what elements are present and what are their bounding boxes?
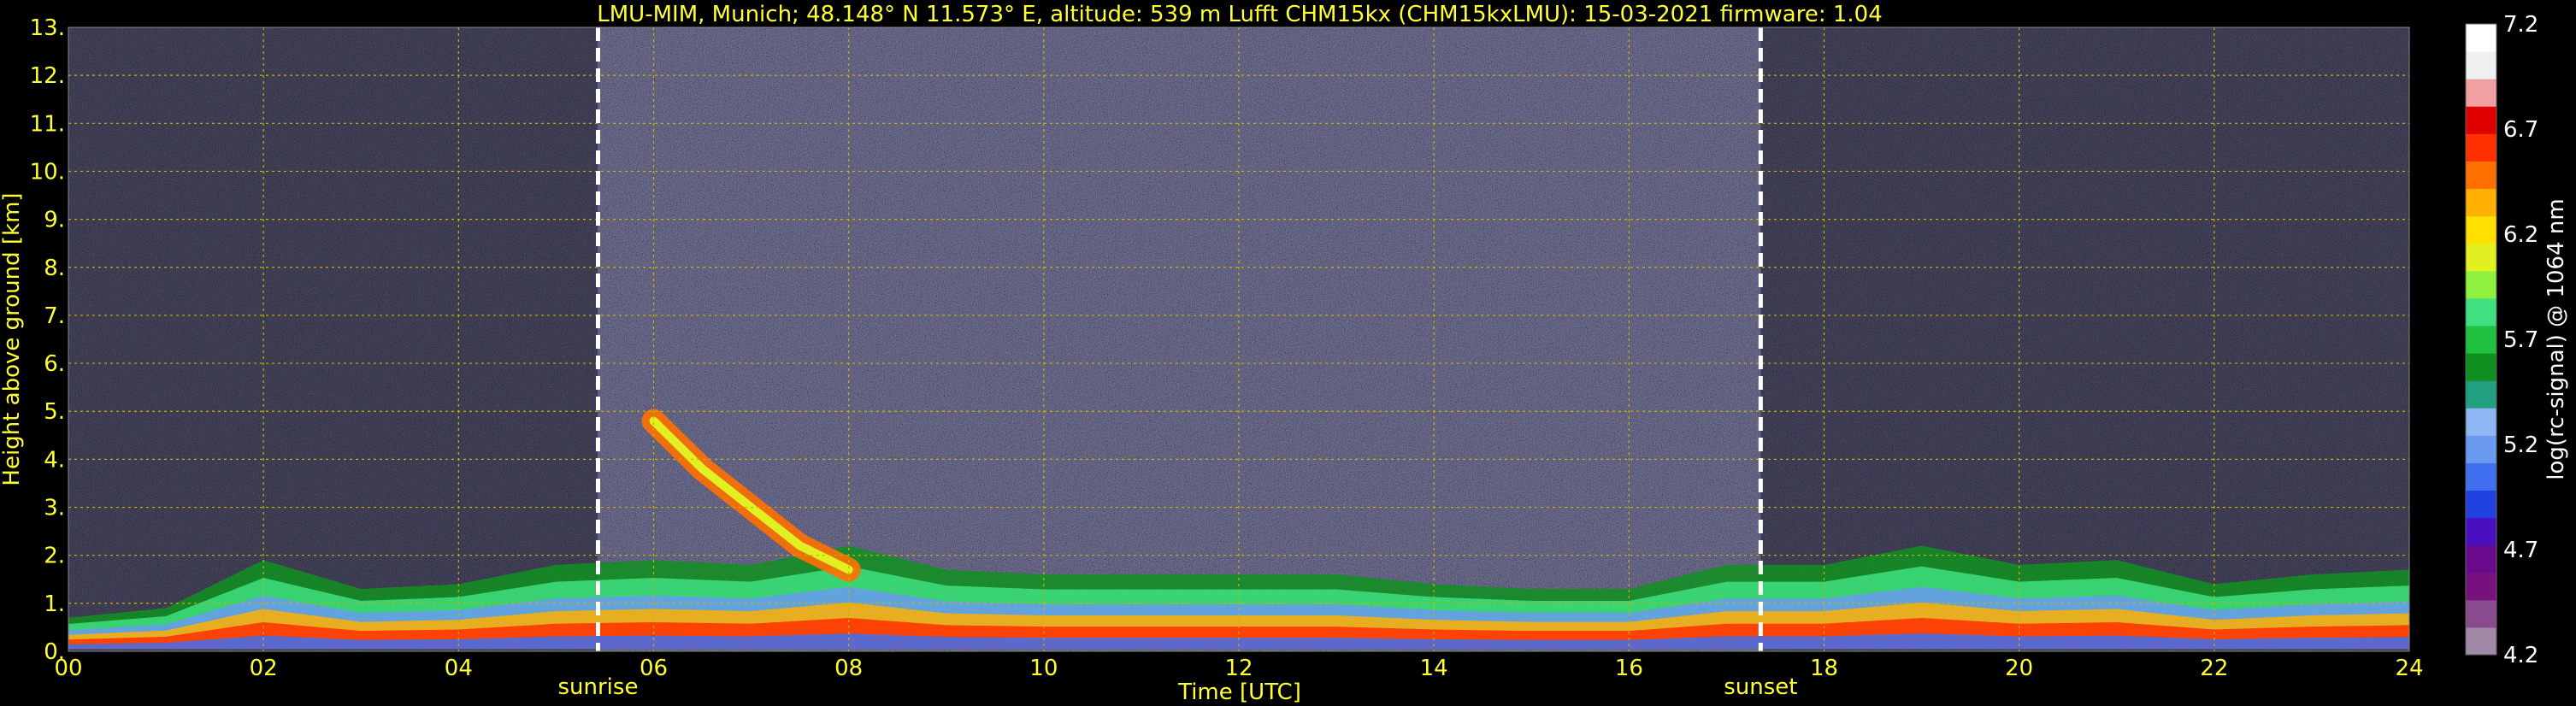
- x-tick-label: 14: [1420, 656, 1448, 681]
- x-tick-label: 24: [2395, 656, 2423, 681]
- x-tick-label: 18: [1810, 656, 1838, 681]
- x-tick-label: 02: [250, 656, 278, 681]
- y-tick-label: 3.: [44, 496, 65, 521]
- x-tick-label: 20: [2005, 656, 2033, 681]
- colorbar-tick-label: 4.2: [2503, 643, 2538, 668]
- colorbar-swatch: [2466, 297, 2496, 327]
- y-tick-label: 11.: [30, 111, 65, 137]
- colorbar-swatch: [2466, 133, 2496, 162]
- ceilometer-chart: sunrise sunset LMU-MIM, Munich; 48.148° N…: [0, 0, 2576, 706]
- daytime-noise: [598, 27, 1761, 651]
- colorbar: [2465, 23, 2497, 656]
- x-tick-label: 04: [445, 656, 473, 681]
- y-axis-label: Height above ground [km]: [0, 192, 25, 485]
- colorbar-swatch: [2466, 380, 2496, 409]
- colorbar-tick-label: 7.2: [2503, 12, 2538, 38]
- y-tick-label: 1.: [44, 591, 65, 617]
- colorbar-swatch: [2466, 24, 2496, 52]
- colorbar-tick-label: 4.7: [2503, 538, 2538, 563]
- colorbar-swatch: [2466, 517, 2496, 546]
- x-tick-label: 08: [834, 656, 863, 681]
- colorbar-swatch: [2466, 572, 2496, 601]
- colorbar-label: log(rc-signal) @ 1064 nm: [2544, 198, 2569, 479]
- colorbar-swatch: [2466, 215, 2496, 244]
- x-tick-label: 06: [640, 656, 668, 681]
- colorbar-swatch: [2466, 243, 2496, 272]
- colorbar-swatch: [2466, 353, 2496, 381]
- colorbar-tick-label: 6.7: [2503, 117, 2538, 143]
- x-tick-label: 12: [1224, 656, 1253, 681]
- y-tick-label: 6.: [44, 351, 65, 377]
- y-tick-label: 5.: [44, 399, 65, 425]
- colorbar-swatch: [2466, 325, 2496, 354]
- colorbar-tick-label: 5.7: [2503, 327, 2538, 353]
- y-tick-label: 4.: [44, 447, 65, 473]
- colorbar-swatch: [2466, 435, 2496, 463]
- colorbar-swatch: [2466, 270, 2496, 299]
- sunrise-label: sunrise: [557, 674, 638, 700]
- chart-title: LMU-MIM, Munich; 48.148° N 11.573° E, al…: [597, 2, 1882, 27]
- colorbar-ticks: 4.2 4.7 5.2 5.7 6.2 6.7 7.2: [2503, 12, 2538, 668]
- x-ticks: 00 02 04 06 08 10 12 14 16 18 20 22 24: [54, 656, 2423, 681]
- y-ticks: 0.1.2.3.4.5.6.7.8.9.10.11.12.13.: [30, 15, 65, 665]
- colorbar-tick-label: 5.2: [2503, 432, 2538, 458]
- colorbar-swatch: [2466, 544, 2496, 574]
- colorbar-swatch: [2466, 490, 2496, 519]
- chart-svg: sunrise sunset LMU-MIM, Munich; 48.148° N…: [0, 2, 2569, 705]
- colorbar-swatch: [2466, 106, 2496, 134]
- y-tick-label: 7.: [44, 303, 65, 329]
- x-tick-label: 10: [1029, 656, 1058, 681]
- colorbar-swatch: [2466, 408, 2496, 436]
- y-tick-label: 10.: [30, 159, 65, 185]
- x-tick-label: 22: [2200, 656, 2228, 681]
- colorbar-swatch: [2466, 161, 2496, 190]
- y-tick-label: 13.: [30, 15, 65, 41]
- x-axis-label: Time [UTC]: [1177, 680, 1301, 705]
- sunset-label: sunset: [1724, 674, 1797, 700]
- colorbar-swatch: [2466, 79, 2496, 107]
- colorbar-swatch: [2466, 51, 2496, 79]
- y-tick-label: 12.: [30, 63, 65, 89]
- y-tick-label: 9.: [44, 208, 65, 233]
- colorbar-swatch: [2466, 188, 2496, 217]
- colorbar-swatch: [2466, 462, 2496, 491]
- y-tick-label: 2.: [44, 544, 65, 569]
- x-tick-label: 16: [1615, 656, 1643, 681]
- x-tick-label: 00: [54, 656, 82, 681]
- colorbar-tick-label: 6.2: [2503, 222, 2538, 248]
- colorbar-swatch: [2466, 627, 2496, 656]
- y-tick-label: 8.: [44, 256, 65, 281]
- colorbar-swatch: [2466, 599, 2496, 628]
